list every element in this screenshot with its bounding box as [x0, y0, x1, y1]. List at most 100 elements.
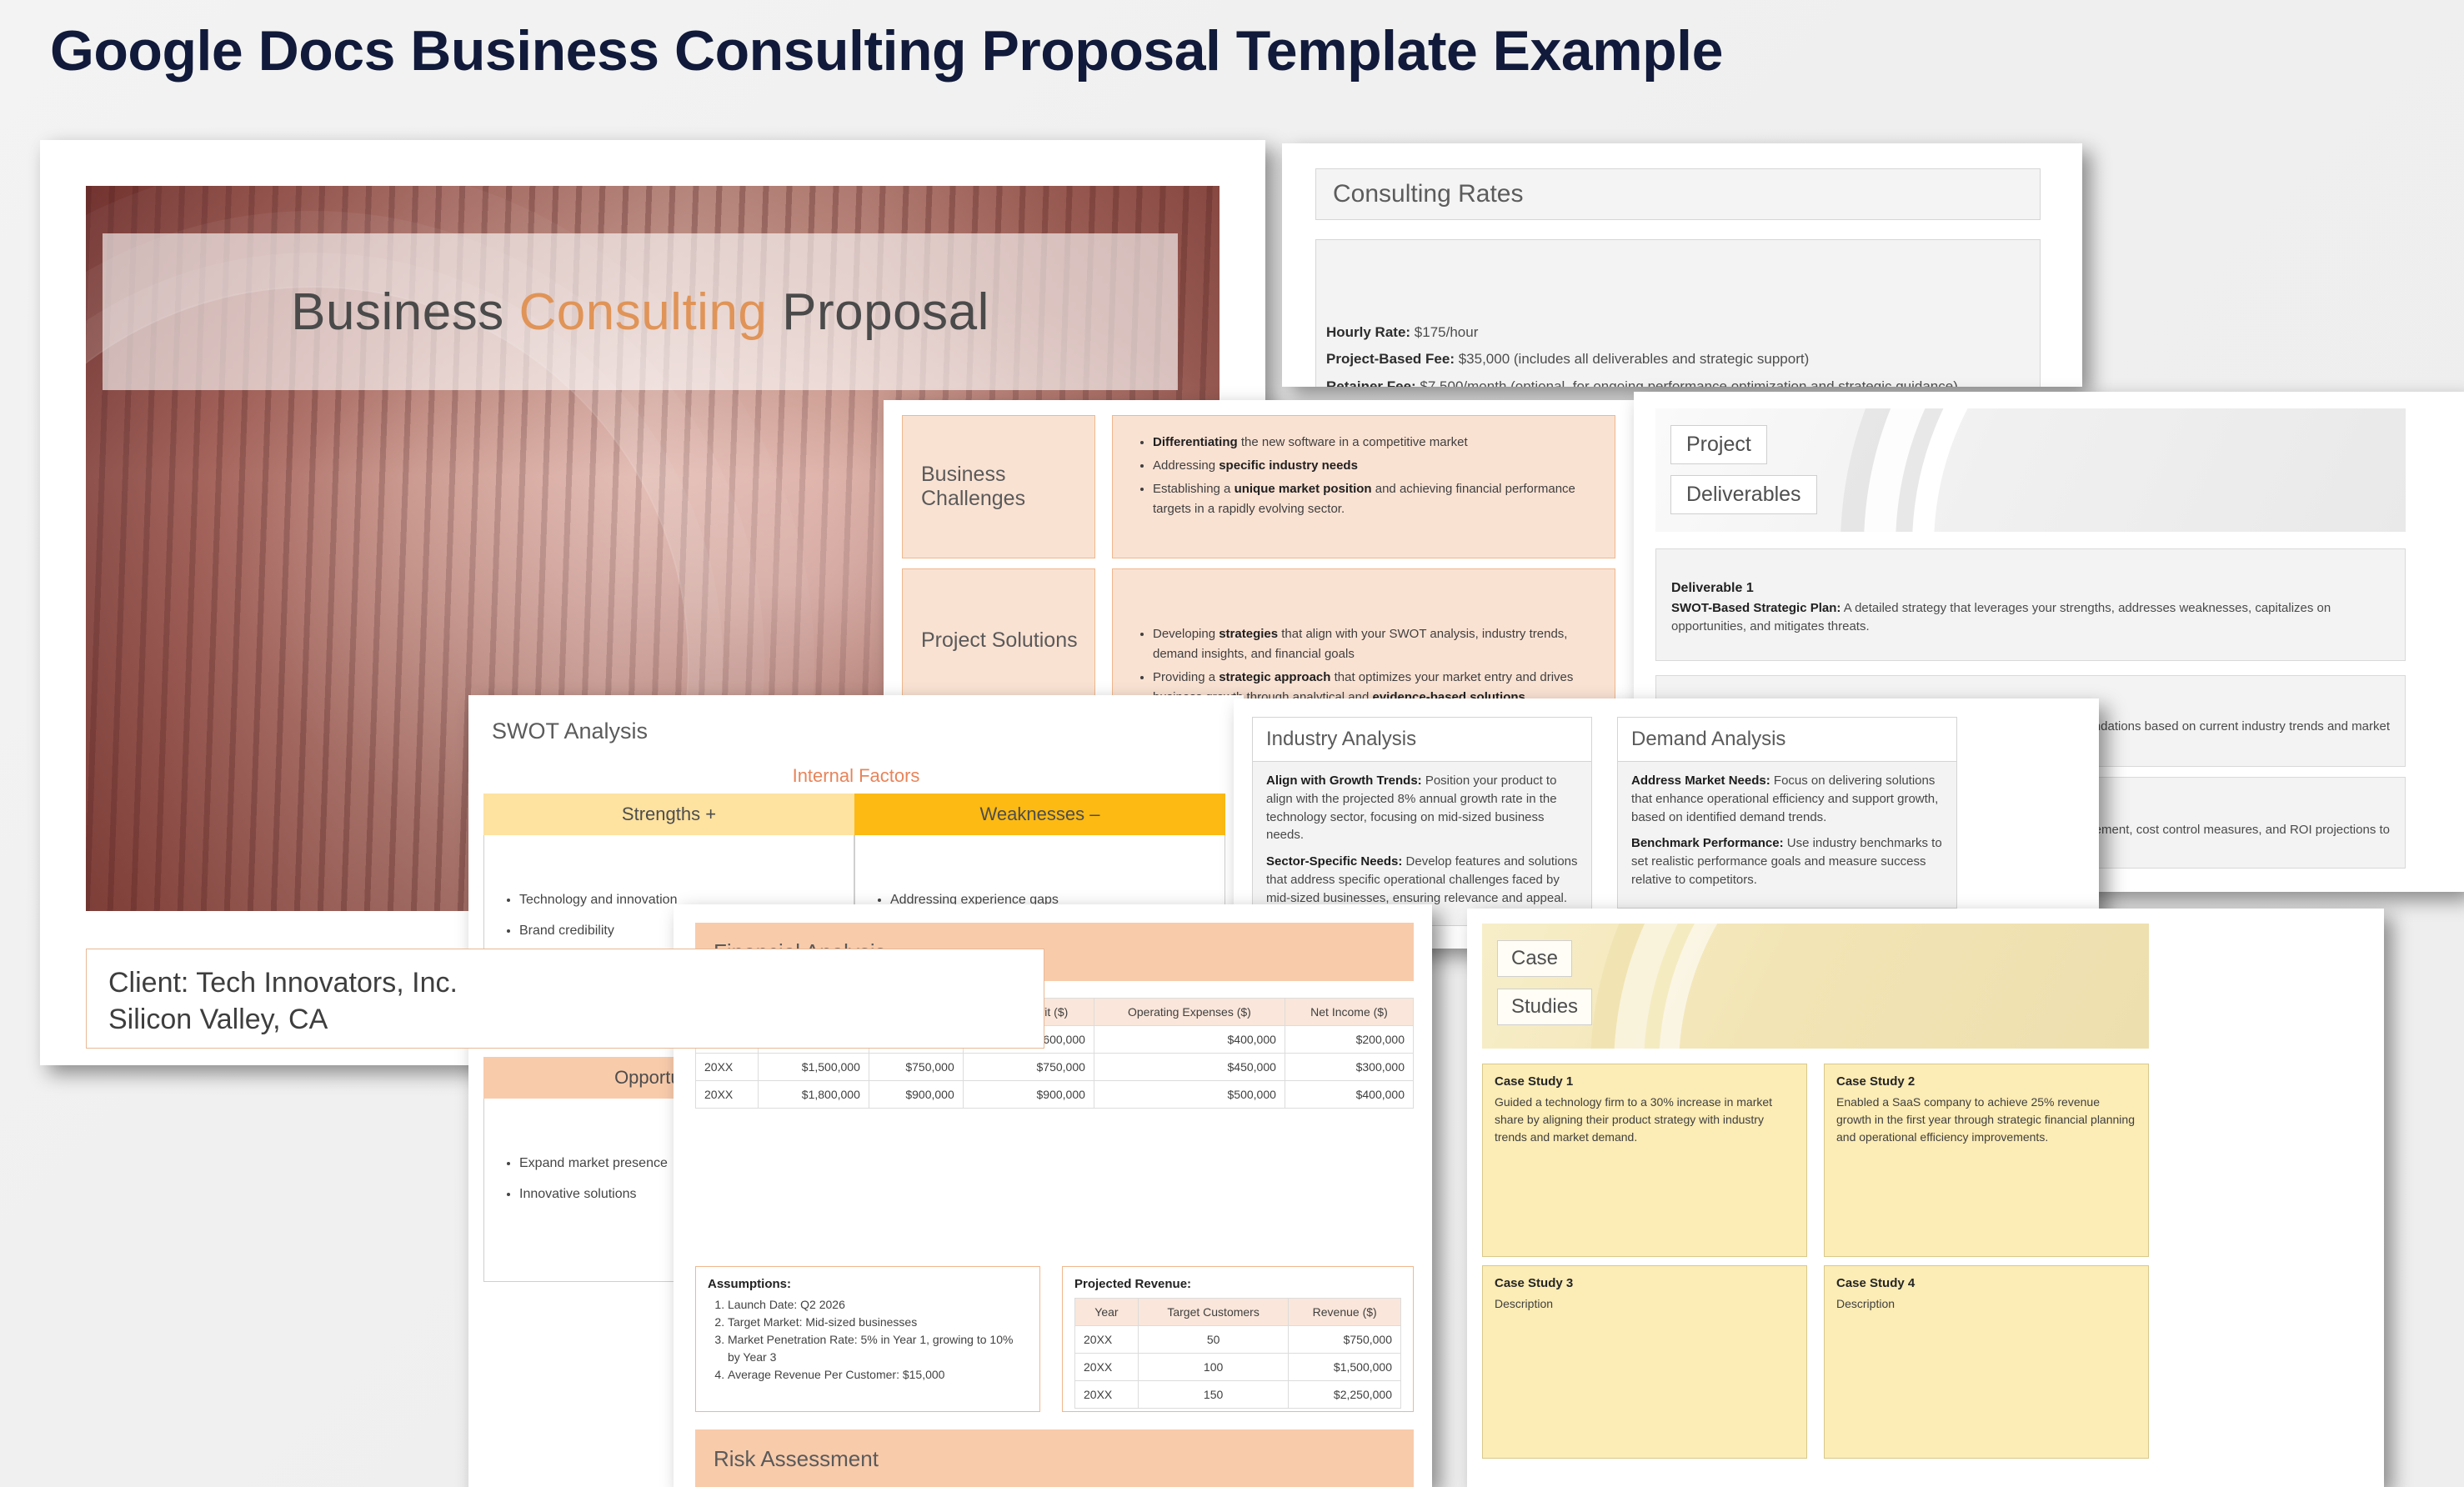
cell: $450,000 — [1093, 1053, 1285, 1081]
consulting-rates-heading-text: Consulting Rates — [1333, 180, 1524, 208]
business-challenges-label-cell: Business Challenges — [902, 415, 1095, 558]
list-item: Establishing a unique market position an… — [1153, 479, 1593, 519]
consulting-rates-body: Hourly Rate: $175/hour Project-Based Fee… — [1315, 239, 2041, 387]
swot-strengths-header: Strengths + — [483, 794, 854, 835]
paragraph: Benchmark Performance: Use industry benc… — [1631, 836, 1942, 887]
cell: $1,800,000 — [757, 1080, 869, 1109]
paragraph: Address Market Needs: Focus on deliverin… — [1631, 774, 1939, 824]
rate-label: Retainer Fee: — [1326, 378, 1416, 387]
case-study-title: Case Study 3 — [1495, 1276, 1574, 1290]
demand-analysis-column: Demand Analysis Address Market Needs: Fo… — [1617, 717, 1957, 909]
list-item: Average Revenue Per Customer: $15,000 — [728, 1366, 1028, 1384]
swot-subtitle-internal-factors: Internal Factors — [792, 765, 920, 786]
table-row: 20XX 150 $2,250,000 — [1074, 1380, 1401, 1409]
business-challenges-content: Differentiating the new software in a co… — [1112, 415, 1615, 558]
demand-analysis-header: Demand Analysis — [1617, 717, 1957, 762]
cell: $750,000 — [868, 1053, 964, 1081]
cover-title-band: Business Consulting Proposal — [103, 233, 1178, 390]
swot-header-row: Strengths + Weaknesses – — [483, 794, 1225, 835]
consulting-rates-list: Hourly Rate: $175/hour Project-Based Fee… — [1326, 319, 2035, 387]
project-solutions-content: Developing strategies that align with yo… — [1112, 568, 1615, 712]
cell: $1,500,000 — [757, 1053, 869, 1081]
cell: $300,000 — [1284, 1053, 1415, 1081]
project-solutions-label-cell: Project Solutions — [902, 568, 1095, 712]
industry-analysis-column: Industry Analysis Align with Growth Tren… — [1252, 717, 1592, 927]
case-study-card-2: Case Study 2 Enabled a SaaS company to a… — [1824, 1064, 2149, 1257]
projected-revenue-title: Projected Revenue: — [1074, 1277, 1192, 1291]
cell: $750,000 — [962, 1053, 1094, 1081]
deliverables-tag-project: Project — [1670, 425, 1767, 464]
slide-consulting-rates[interactable]: Consulting Rates Hourly Rate: $175/hour … — [1282, 143, 2082, 387]
business-challenges-label: Business Challenges — [921, 463, 1026, 510]
cover-title-part2: Proposal — [767, 283, 989, 341]
screenshot-root: Google Docs Business Consulting Proposal… — [0, 0, 2464, 1487]
list-item: Launch Date: Q2 2026 — [728, 1296, 1028, 1314]
table-row: 20XX $1,500,000 $750,000 $750,000 $450,0… — [695, 1053, 1415, 1081]
consulting-rates-heading: Consulting Rates — [1315, 168, 2041, 220]
demand-analysis-body: Address Market Needs: Focus on deliverin… — [1617, 762, 1957, 909]
table-row: 20XX 100 $1,500,000 — [1074, 1353, 1401, 1381]
case-study-card-1: Case Study 1 Guided a technology firm to… — [1482, 1064, 1807, 1257]
client-name: Client: Tech Innovators, Inc. — [108, 967, 458, 999]
rate-line: Hourly Rate: $175/hour — [1326, 319, 2035, 346]
column-header: Year — [1074, 1298, 1139, 1326]
case-studies-tag-studies: Studies — [1497, 989, 1593, 1025]
column-header: Revenue ($) — [1288, 1298, 1401, 1326]
list-item: Addressing specific industry needs — [1153, 456, 1593, 476]
rate-value: $35,000 (includes all deliverables and s… — [1455, 351, 1810, 368]
table-row: 20XX 50 $750,000 — [1074, 1325, 1401, 1354]
rate-label: Project-Based Fee: — [1326, 351, 1455, 368]
cell: $900,000 — [868, 1080, 964, 1109]
cell: $750,000 — [1288, 1325, 1401, 1354]
project-solutions-label: Project Solutions — [921, 628, 1078, 652]
paragraph: Sector-Specific Needs: Develop features … — [1266, 854, 1578, 905]
slide-case-studies[interactable]: Case Studies Case Study 1 Guided a techn… — [1467, 909, 2384, 1487]
page-title: Google Docs Business Consulting Proposal… — [50, 19, 1723, 83]
case-study-description: Description — [1495, 1297, 1554, 1310]
industry-analysis-body: Align with Growth Trends: Position your … — [1252, 762, 1592, 927]
cover-title: Business Consulting Proposal — [291, 283, 989, 342]
cell: 20XX — [695, 1080, 759, 1109]
cell: $200,000 — [1284, 1025, 1415, 1054]
industry-analysis-header: Industry Analysis — [1252, 717, 1592, 762]
cell: 20XX — [695, 1053, 759, 1081]
cell: $2,250,000 — [1288, 1380, 1401, 1409]
business-challenges-list: Differentiating the new software in a co… — [1134, 433, 1593, 519]
client-info-box: Client: Tech Innovators, Inc. Silicon Va… — [86, 949, 1044, 1049]
table-row: 20XX $1,800,000 $900,000 $900,000 $500,0… — [695, 1080, 1415, 1109]
list-item: Differentiating the new software in a co… — [1153, 433, 1593, 453]
case-study-description: Enabled a SaaS company to achieve 25% re… — [1836, 1095, 2135, 1144]
rate-label: Hourly Rate: — [1326, 324, 1411, 341]
swot-title: SWOT Analysis — [492, 718, 649, 744]
case-study-title: Case Study 4 — [1836, 1276, 1916, 1290]
paragraph: Align with Growth Trends: Position your … — [1266, 774, 1557, 843]
case-study-title: Case Study 2 — [1836, 1074, 1916, 1089]
deliverables-tag-deliverables: Deliverables — [1670, 475, 1817, 514]
cover-title-accent: Consulting — [518, 283, 768, 341]
cell: 20XX — [1074, 1380, 1139, 1409]
assumptions-list: Launch Date: Q2 2026 Target Market: Mid-… — [708, 1296, 1028, 1384]
table-header-row: Year Target Customers Revenue ($) — [1074, 1298, 1401, 1326]
cell: $400,000 — [1093, 1025, 1285, 1054]
deliverable-number: Deliverable 1 — [1671, 581, 1754, 595]
column-header: Net Income ($) — [1284, 998, 1415, 1026]
deliverable-text: SWOT-Based Strategic Plan: A detailed st… — [1671, 601, 2331, 633]
risk-assessment-heading: Risk Assessment — [695, 1429, 1414, 1487]
case-study-card-4: Case Study 4 Description — [1824, 1265, 2149, 1459]
list-item: Market Penetration Rate: 5% in Year 1, g… — [728, 1331, 1028, 1366]
cover-title-part1: Business — [291, 283, 519, 341]
assumptions-box: Assumptions: Launch Date: Q2 2026 Target… — [695, 1266, 1040, 1412]
cell: $400,000 — [1284, 1080, 1415, 1109]
case-study-description: Guided a technology firm to a 30% increa… — [1495, 1095, 1773, 1144]
client-location: Silicon Valley, CA — [108, 1004, 328, 1036]
cell: 20XX — [1074, 1353, 1139, 1381]
column-header: Operating Expenses ($) — [1093, 998, 1285, 1026]
cell: 100 — [1137, 1353, 1290, 1381]
cell: $900,000 — [962, 1080, 1094, 1109]
case-studies-tag-case: Case — [1497, 940, 1573, 977]
rate-line: Project-Based Fee: $35,000 (includes all… — [1326, 346, 2035, 373]
cell: 20XX — [1074, 1325, 1139, 1354]
deliverable-card-1: Deliverable 1 SWOT-Based Strategic Plan:… — [1655, 548, 2406, 661]
cell: 50 — [1137, 1325, 1290, 1354]
swot-weaknesses-header: Weaknesses – — [854, 794, 1225, 835]
